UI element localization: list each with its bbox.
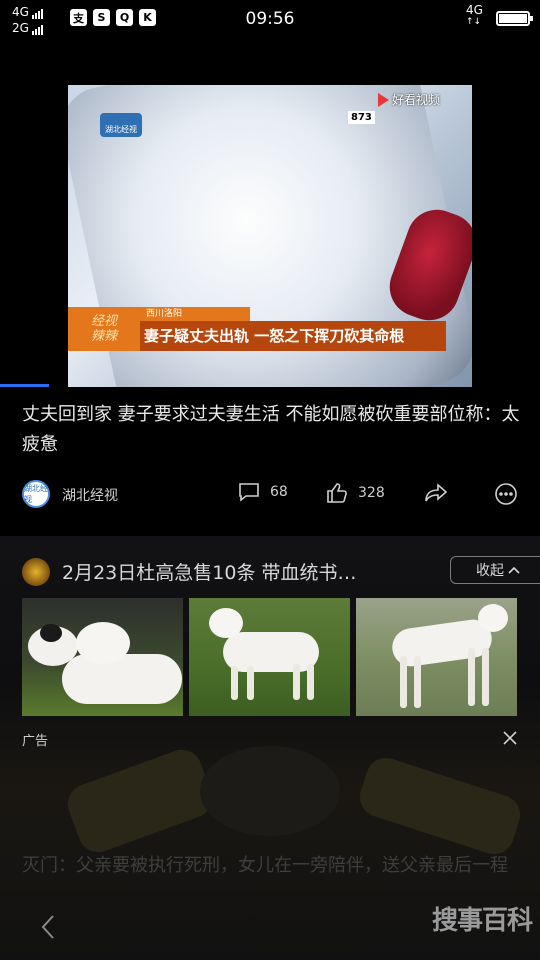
thumbs-up-icon [327, 483, 347, 503]
source-avatar[interactable]: 湖北经视 [22, 480, 50, 508]
ad-label: 广告 [22, 734, 49, 749]
battery-icon [496, 11, 533, 26]
more-icon [495, 483, 517, 505]
comment-icon [239, 483, 259, 502]
source-name[interactable]: 湖北经视 [62, 485, 118, 505]
program-tag: 经视 辣辣 [68, 307, 140, 351]
video-lower-third: 经视 辣辣 西川洛阳 妻子疑丈夫出轨 一怒之下挥刀砍其命根 [68, 307, 472, 351]
like-button[interactable]: 328 [326, 482, 385, 504]
back-icon[interactable] [36, 912, 60, 942]
article-headline[interactable]: 丈夫回到家 妻子要求过夫妻生活 不能如愿被砍重要部位称：太疲惫 [22, 400, 522, 460]
chevron-up-icon [508, 566, 520, 574]
article-meta: 湖北经视 湖北经视 68 328 [22, 480, 522, 510]
next-article-title[interactable]: 灭门：父亲要被执行死刑，女儿在一旁陪伴，送父亲最后一程 [22, 852, 522, 880]
ad-title[interactable]: 2月23日杜高急售10条 带血统书… [62, 558, 356, 585]
more-button[interactable] [494, 482, 518, 506]
brand-watermark: 搜事百科 [432, 906, 533, 936]
ad-header: 2月23日杜高急售10条 带血统书… 收起 [22, 556, 540, 586]
share-button[interactable] [424, 482, 448, 504]
channel-number: 873 [348, 111, 375, 124]
like-count: 328 [358, 485, 385, 501]
ad-image-dog-side[interactable] [189, 598, 350, 716]
location-tag: 西川洛阳 [140, 307, 250, 321]
network-label: 4G [466, 3, 483, 17]
video-progress-bar[interactable] [0, 384, 49, 387]
video-caption: 妻子疑丈夫出轨 一怒之下挥刀砍其命根 [140, 321, 446, 351]
play-icon [378, 92, 389, 107]
ad-image-dog-standing[interactable] [356, 598, 517, 716]
ad-image-gallery [22, 598, 517, 716]
watermark: 好看视频 [378, 91, 440, 108]
video-player[interactable]: 湖北经视 好看视频 873 经视 辣辣 西川洛阳 妻子疑丈夫出轨 一怒之下挥刀砍… [68, 85, 472, 387]
comment-count: 68 [270, 484, 288, 500]
status-time: 09:56 [245, 9, 295, 29]
advertiser-logo [22, 558, 50, 586]
comment-button[interactable]: 68 [238, 482, 288, 502]
ad-card[interactable]: 2月23日杜高急售10条 带血统书… 收起 广告 灭门：父亲要被执行死刑，女儿在… [0, 536, 540, 960]
share-icon [425, 483, 448, 502]
ad-image-dogs-pair[interactable] [22, 598, 183, 716]
data-arrows-icon: ↑↓ [466, 17, 482, 27]
collapse-button[interactable]: 收起 [450, 556, 540, 584]
channel-logo: 湖北经视 [100, 113, 142, 137]
status-bar: 4G 2G 支 S Q K 09:56 4G ↑↓ [0, 0, 540, 40]
network-indicator: 4G ↑↓ [466, 4, 483, 28]
close-icon[interactable] [500, 728, 520, 748]
